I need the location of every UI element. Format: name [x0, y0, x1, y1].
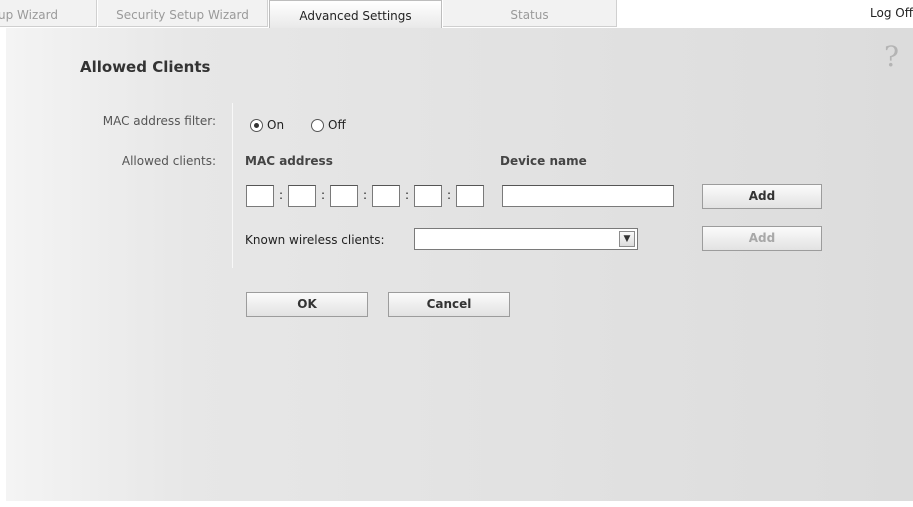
- tab-setup-wizard[interactable]: up Wizard: [0, 0, 97, 27]
- mac-filter-on-radio[interactable]: On: [250, 118, 284, 132]
- mac-separator: :: [321, 188, 326, 202]
- mac-separator: :: [363, 188, 368, 202]
- ok-button[interactable]: OK: [246, 292, 368, 317]
- cancel-button[interactable]: Cancel: [388, 292, 510, 317]
- mac-address-header: MAC address: [245, 154, 333, 168]
- tab-security-setup-wizard[interactable]: Security Setup Wizard: [98, 0, 268, 27]
- mac-separator: :: [279, 188, 284, 202]
- add-client-button[interactable]: Add: [702, 184, 822, 209]
- allowed-clients-label: Allowed clients:: [121, 154, 216, 168]
- mac-filter-off-label: Off: [328, 118, 346, 132]
- known-wireless-clients-select[interactable]: ▼: [414, 228, 638, 250]
- mac-octet-2-input[interactable]: [288, 185, 316, 207]
- add-known-client-button[interactable]: Add: [702, 226, 822, 251]
- mac-separator: :: [447, 188, 452, 202]
- radio-selected-icon: [250, 118, 263, 132]
- known-wireless-clients-label: Known wireless clients:: [245, 233, 385, 247]
- form-divider: [232, 103, 233, 268]
- chevron-down-icon[interactable]: ▼: [619, 231, 635, 247]
- content-panel: ? Allowed Clients MAC address filter: On…: [6, 28, 913, 501]
- tab-status[interactable]: Status: [443, 0, 617, 27]
- mac-separator: :: [405, 188, 410, 202]
- mac-filter-on-label: On: [267, 118, 285, 132]
- log-off-link[interactable]: Log Off: [870, 6, 913, 20]
- mac-octet-1-input[interactable]: [246, 185, 274, 207]
- mac-octet-4-input[interactable]: [372, 185, 400, 207]
- help-icon[interactable]: ?: [884, 40, 899, 73]
- mac-filter-label: MAC address filter:: [102, 114, 216, 128]
- mac-octet-3-input[interactable]: [330, 185, 358, 207]
- mac-octet-5-input[interactable]: [414, 185, 442, 207]
- mac-filter-off-radio[interactable]: Off: [311, 118, 346, 132]
- radio-unselected-icon: [311, 118, 324, 132]
- page-title: Allowed Clients: [80, 58, 211, 76]
- top-tab-bar: up Wizard Security Setup Wizard Advanced…: [0, 0, 913, 28]
- device-name-input[interactable]: [502, 185, 674, 207]
- device-name-header: Device name: [500, 154, 587, 168]
- tab-advanced-settings[interactable]: Advanced Settings: [269, 0, 442, 28]
- mac-octet-6-input[interactable]: [456, 185, 484, 207]
